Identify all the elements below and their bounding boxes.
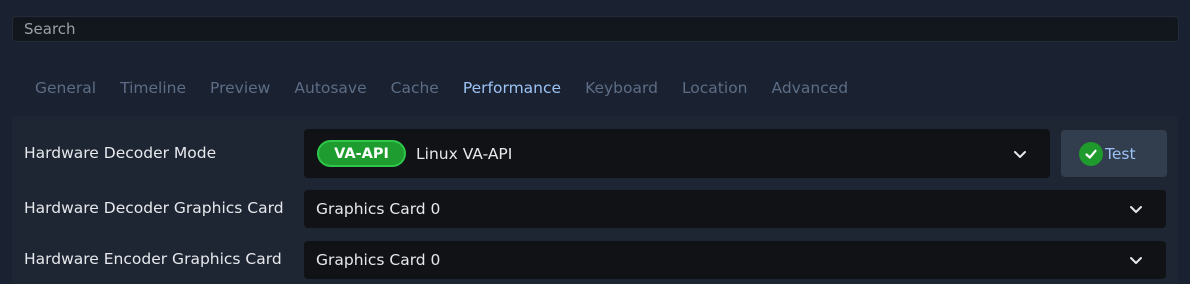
- tab-autosave[interactable]: Autosave: [282, 76, 378, 100]
- settings-tabs: General Timeline Preview Autosave Cache …: [23, 76, 860, 100]
- chevron-down-icon: [1130, 206, 1142, 213]
- vaapi-badge: VA-API: [317, 140, 406, 167]
- encoder-card-label: Hardware Encoder Graphics Card: [24, 250, 282, 268]
- tab-preview[interactable]: Preview: [198, 76, 282, 100]
- tab-cache[interactable]: Cache: [379, 76, 451, 100]
- tab-location[interactable]: Location: [670, 76, 760, 100]
- tab-general[interactable]: General: [23, 76, 108, 100]
- tab-advanced[interactable]: Advanced: [760, 76, 861, 100]
- decoder-mode-label: Hardware Decoder Mode: [24, 144, 217, 162]
- decoder-card-label: Hardware Decoder Graphics Card: [24, 199, 284, 217]
- test-button[interactable]: Test: [1061, 130, 1167, 177]
- tab-keyboard[interactable]: Keyboard: [573, 76, 670, 100]
- decoder-card-value: Graphics Card 0: [316, 200, 441, 218]
- chevron-down-icon: [1130, 257, 1142, 264]
- check-circle-icon: [1079, 141, 1103, 166]
- encoder-card-value: Graphics Card 0: [316, 251, 441, 269]
- decoder-mode-value: Linux VA-API: [416, 144, 513, 163]
- encoder-card-select[interactable]: Graphics Card 0: [304, 241, 1166, 279]
- test-button-label: Test: [1105, 144, 1136, 163]
- chevron-down-icon: [1014, 150, 1026, 158]
- tab-timeline[interactable]: Timeline: [108, 76, 198, 100]
- search-input[interactable]: Search: [12, 16, 1179, 42]
- tab-performance[interactable]: Performance: [451, 76, 573, 100]
- decoder-card-select[interactable]: Graphics Card 0: [304, 190, 1166, 228]
- decoder-mode-select[interactable]: VA-API Linux VA-API: [304, 129, 1050, 178]
